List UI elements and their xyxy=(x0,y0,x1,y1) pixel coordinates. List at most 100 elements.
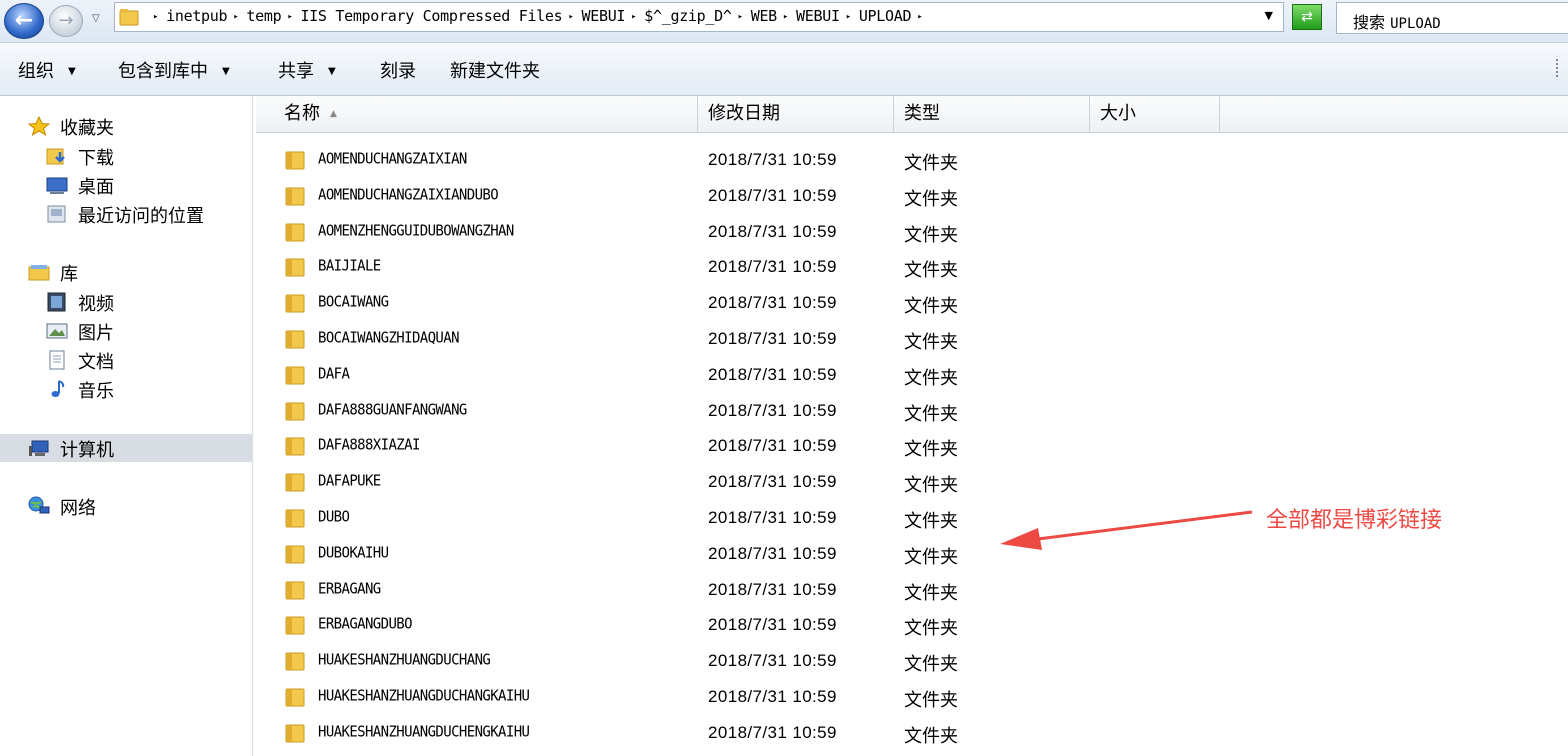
navigation-pane: 收藏夹 下载 桌面 最近访问的位置 库 视频 图片 文档 音乐 计算机 网络 xyxy=(0,96,253,756)
file-type: 文件夹 xyxy=(904,296,958,318)
file-name: DUBO xyxy=(318,508,350,526)
folder-icon xyxy=(285,688,305,707)
breadcrumb-separator-icon[interactable]: ▸ xyxy=(846,12,851,22)
file-type: 文件夹 xyxy=(904,546,958,568)
file-row[interactable]: BOCAIWANG 2018/7/31 10:59 文件夹 xyxy=(284,288,1184,318)
file-type: 文件夹 xyxy=(904,475,958,497)
breadcrumb-item[interactable]: UPLOAD xyxy=(859,7,912,25)
search-label: 搜索 xyxy=(1353,13,1386,32)
column-header-name[interactable]: 名称 ▲ xyxy=(274,96,698,132)
file-list-pane: 名称 ▲ 修改日期 类型 大小 AOMENDUCHANGZAIXIAN 2018/7… xyxy=(256,96,1568,756)
burn-button[interactable]: 刻录 xyxy=(380,57,416,83)
file-row[interactable]: AOMENDUCHANGZAIXIANDUBO 2018/7/31 10:59 文件… xyxy=(284,181,1184,211)
search-scope: UPLOAD xyxy=(1390,16,1441,32)
include-in-library-menu[interactable]: 包含到库中 ▼ xyxy=(118,57,230,83)
folder-icon xyxy=(285,437,305,456)
file-row[interactable]: HUAKESHANZHUANGDUCHANG 2018/7/31 10:59 文件夹 xyxy=(284,646,1184,676)
folder-icon xyxy=(285,545,305,564)
column-type-label: 类型 xyxy=(904,103,940,124)
share-menu[interactable]: 共享 ▼ xyxy=(278,57,336,83)
file-row[interactable]: HUAKESHANZHUANGDUCHENGKAIHU 2018/7/31 10:… xyxy=(284,718,1184,748)
file-row[interactable]: ERBAGANGDUBO 2018/7/31 10:59 文件夹 xyxy=(284,610,1184,640)
back-button[interactable]: ← xyxy=(4,3,44,39)
file-row[interactable]: DAFA888XIAZAI 2018/7/31 10:59 文件夹 xyxy=(284,431,1184,461)
arrow-right-icon: → xyxy=(58,10,74,31)
file-type: 文件夹 xyxy=(904,224,958,246)
column-header-size[interactable]: 大小 xyxy=(1090,96,1220,132)
picture-icon xyxy=(46,323,68,339)
refresh-icon: ⇄ xyxy=(1301,9,1313,25)
organize-label: 组织 xyxy=(18,61,54,82)
file-name: DUBOKAIHU xyxy=(318,543,389,562)
file-row[interactable]: AOMENDUCHANGZAIXIAN 2018/7/31 10:59 文件夹 xyxy=(284,145,1184,175)
file-row[interactable]: DAFAPUKE 2018/7/31 10:59 文件夹 xyxy=(284,467,1184,497)
folder-icon xyxy=(285,652,305,671)
file-row[interactable]: BAIJIALE 2018/7/31 10:59 文件夹 xyxy=(284,252,1184,282)
network-icon xyxy=(28,496,50,514)
column-header-type[interactable]: 类型 xyxy=(894,96,1090,132)
nav-computer-label: 计算机 xyxy=(60,440,114,461)
file-row[interactable]: HUAKESHANZHUANGDUCHANGKAIHU 2018/7/31 10:… xyxy=(284,682,1184,712)
file-row[interactable]: BOCAIWANGZHIDAQUAN 2018/7/31 10:59 文件夹 xyxy=(284,324,1184,354)
star-icon xyxy=(28,116,50,136)
file-name: DAFA888GUANFANGWANG xyxy=(318,400,467,419)
file-type: 文件夹 xyxy=(904,582,958,604)
file-type: 文件夹 xyxy=(904,690,958,711)
file-modified: 2018/7/31 10:59 xyxy=(708,687,837,706)
breadcrumb: ▸ inetpub ▸ temp ▸ IIS Temporary Compressed F… xyxy=(147,7,930,25)
breadcrumb-item[interactable]: inetpub xyxy=(166,7,227,25)
file-type: 文件夹 xyxy=(904,188,958,210)
file-row[interactable]: DAFA888GUANFANGWANG 2018/7/31 10:59 文件夹 xyxy=(284,396,1184,426)
file-row[interactable]: ERBAGANG 2018/7/31 10:59 文件夹 xyxy=(284,575,1184,605)
breadcrumb-separator-icon[interactable]: ▸ xyxy=(568,12,573,22)
breadcrumb-separator-icon[interactable]: ▸ xyxy=(287,12,292,22)
file-modified: 2018/7/31 10:59 xyxy=(708,722,837,742)
refresh-button[interactable]: ⇄ xyxy=(1292,4,1322,30)
chevron-down-icon[interactable]: ▼ xyxy=(1265,9,1273,22)
file-type: 文件夹 xyxy=(904,403,958,425)
address-bar-row: ← → ▽ ▸ inetpub ▸ temp ▸ IIS Temporary Compre… xyxy=(0,0,1568,43)
file-row[interactable]: AOMENZHENGGUIDUBOWANGZHAN 2018/7/31 10:59… xyxy=(284,217,1184,247)
recent-pages-dropdown[interactable]: ▽ xyxy=(92,13,100,24)
file-row[interactable]: DAFA 2018/7/31 10:59 文件夹 xyxy=(284,360,1184,390)
forward-button[interactable]: → xyxy=(49,5,83,37)
file-type: 文件夹 xyxy=(904,725,958,747)
folder-icon xyxy=(119,9,139,26)
file-name: DAFA xyxy=(318,364,350,383)
breadcrumb-item[interactable]: temp xyxy=(246,7,281,25)
folder-icon xyxy=(285,258,305,277)
breadcrumb-item[interactable]: WEBUI xyxy=(582,7,626,25)
file-modified: 2018/7/31 10:59 xyxy=(708,436,837,456)
view-options-icon[interactable] xyxy=(1556,59,1566,77)
file-type: 文件夹 xyxy=(904,439,958,461)
search-input[interactable]: 搜索 UPLOAD xyxy=(1336,2,1568,34)
nav-libraries-label: 库 xyxy=(60,264,78,285)
breadcrumb-separator-icon[interactable]: ▸ xyxy=(153,12,158,22)
breadcrumb-separator-icon[interactable]: ▸ xyxy=(631,12,636,22)
folder-icon xyxy=(285,509,305,528)
breadcrumb-separator-icon[interactable]: ▸ xyxy=(783,12,788,22)
breadcrumb-item[interactable]: WEB xyxy=(751,7,778,25)
file-name: HUAKESHANZHUANGDUCHENGKAIHU xyxy=(318,722,530,741)
command-bar: 组织 ▼ 包含到库中 ▼ 共享 ▼ 刻录 新建文件夹 xyxy=(0,43,1568,96)
file-type: 文件夹 xyxy=(904,153,958,174)
breadcrumb-separator-icon[interactable]: ▸ xyxy=(917,12,922,22)
breadcrumb-item[interactable]: WEBUI xyxy=(796,7,840,25)
file-type: 文件夹 xyxy=(904,367,958,389)
file-type: 文件夹 xyxy=(904,654,958,676)
column-header-modified[interactable]: 修改日期 xyxy=(698,96,894,132)
music-icon xyxy=(51,380,65,397)
address-field[interactable]: ▸ inetpub ▸ temp ▸ IIS Temporary Compressed F… xyxy=(114,2,1284,32)
annotation-text: 全部都是博彩链接 xyxy=(1266,508,1443,533)
nav-downloads-label: 下载 xyxy=(78,148,114,169)
new-folder-button[interactable]: 新建文件夹 xyxy=(450,57,540,83)
file-name: HUAKESHANZHUANGDUCHANG xyxy=(318,651,491,669)
breadcrumb-item[interactable]: IIS Temporary Compressed Files xyxy=(300,7,562,25)
breadcrumb-separator-icon[interactable]: ▸ xyxy=(738,12,743,22)
folder-icon xyxy=(285,294,305,313)
organize-menu[interactable]: 组织 ▼ xyxy=(18,57,76,83)
file-name: ERBAGANG xyxy=(318,579,381,598)
breadcrumb-separator-icon[interactable]: ▸ xyxy=(233,12,238,22)
breadcrumb-item[interactable]: $^_gzip_D^ xyxy=(644,7,732,25)
file-modified: 2018/7/31 10:59 xyxy=(708,293,837,313)
